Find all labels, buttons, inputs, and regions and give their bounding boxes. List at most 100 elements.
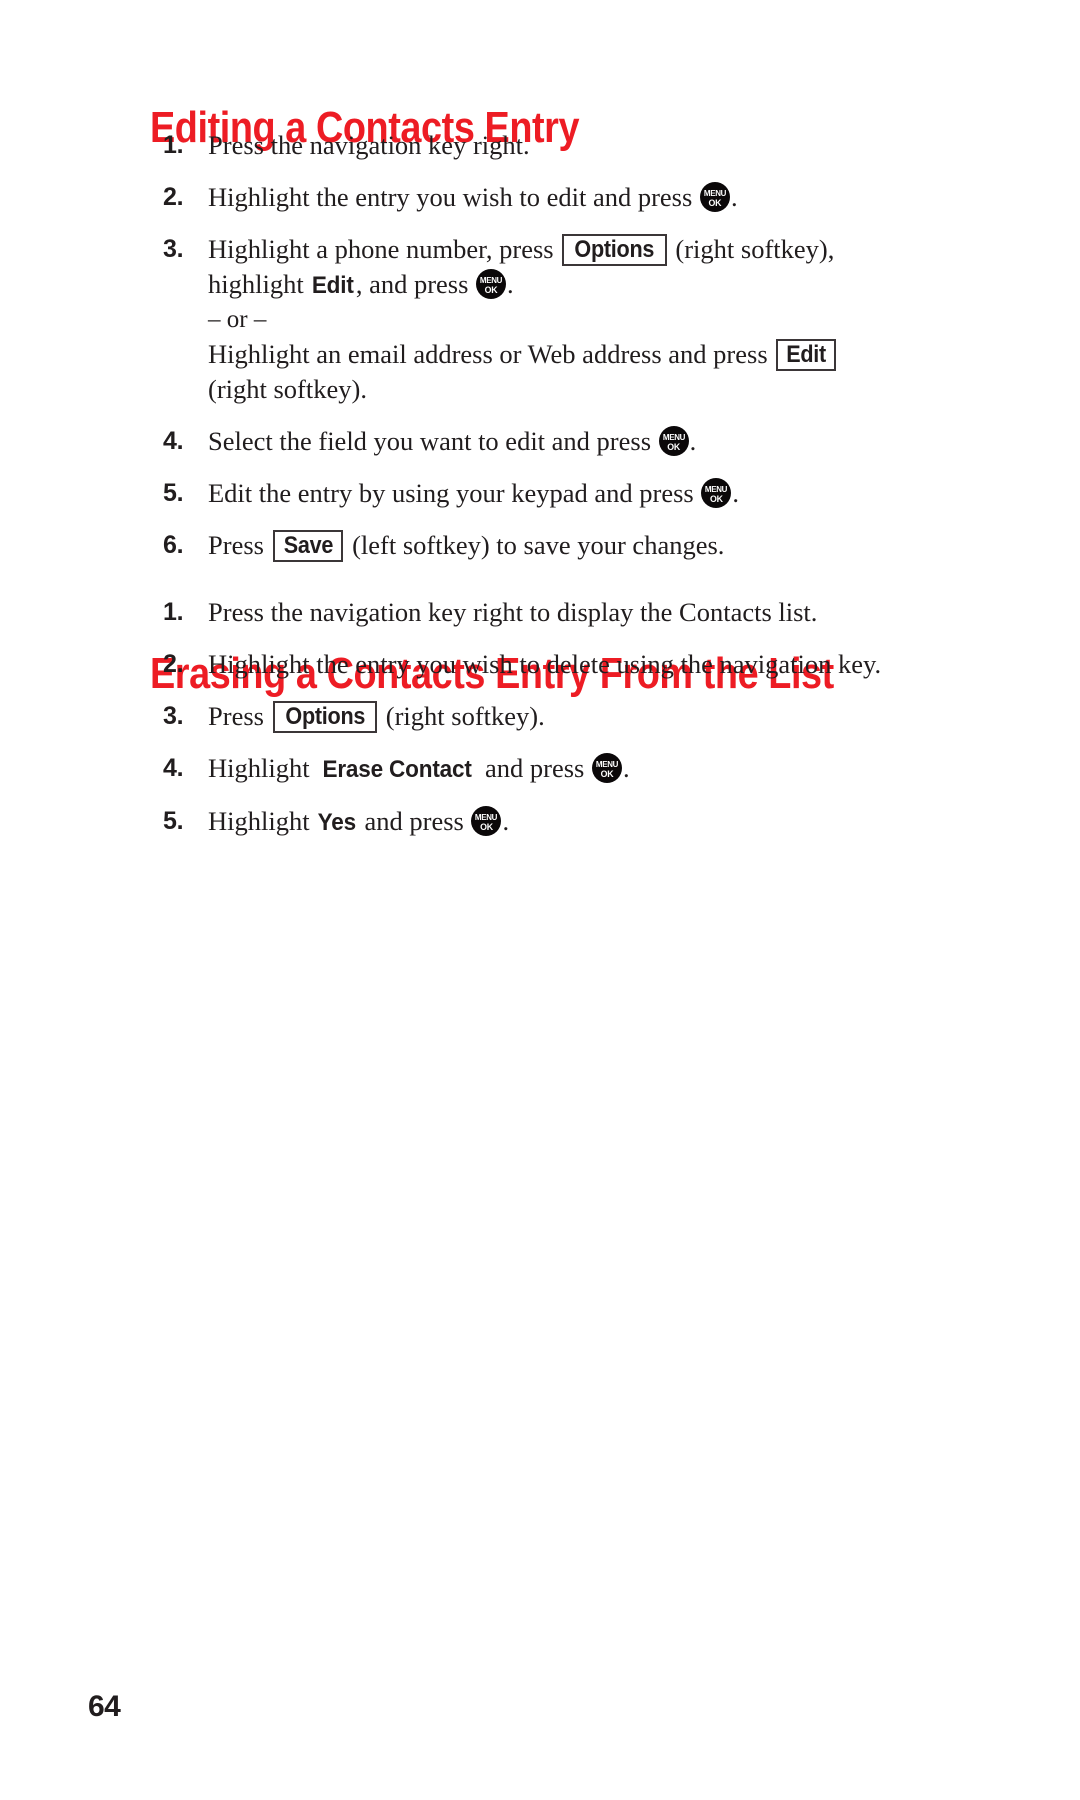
step-body: Highlight the entry you wish to delete u…	[208, 647, 1030, 682]
menu-ok-key-icon-top-label: MENU	[703, 188, 727, 198]
menu-ok-key-icon-top-label: MENU	[595, 759, 619, 769]
step-item: 4. Highlight Erase Contact and press MENU…	[150, 751, 1030, 787]
step-number: 6.	[163, 531, 184, 559]
menu-ok-key-icon-bottom-label: OK	[600, 768, 614, 779]
menu-ok-key-icon-bottom-label: OK	[708, 197, 722, 208]
step-item: 4. Select the field you want to edit and …	[150, 424, 1030, 459]
step-number: 1.	[163, 598, 184, 626]
step-line: highlight Edit, and press MENU OK.	[208, 267, 1030, 303]
softkey-label-text: Save	[283, 532, 333, 559]
step-number: 1.	[163, 131, 184, 159]
softkey-label-options[interactable]: Options	[562, 234, 667, 266]
step-text: – or –	[208, 306, 267, 333]
step-body: Press the navigation key right to displa…	[208, 595, 1030, 630]
step-item: 1. Press the navigation key right.	[150, 128, 1030, 163]
step-item: 3. Press Options (right softkey).	[150, 699, 1030, 734]
step-body: Press Options (right softkey).	[208, 699, 1030, 734]
step-text: Edit the entry by using your keypad and …	[208, 478, 701, 508]
step-text: (right softkey),	[668, 234, 835, 264]
step-text: .	[507, 269, 514, 299]
step-text: (left softkey) to save your changes.	[345, 530, 725, 560]
step-text: .	[689, 426, 697, 456]
step-text: Highlight	[208, 806, 317, 836]
step-number: 3.	[163, 702, 184, 730]
menu-ok-key-icon: MENU OK	[476, 269, 507, 299]
menu-ok-key-icon: MENU OK	[591, 753, 622, 783]
menu-ok-key-icon-top-label: MENU	[662, 432, 686, 442]
menu-ok-key-icon-bottom-label: OK	[480, 821, 493, 832]
softkey-label-text: Options	[574, 236, 655, 263]
step-text: and press	[357, 806, 471, 836]
step-text: Press	[208, 701, 271, 731]
step-number: 2.	[163, 183, 184, 211]
step-number: 4.	[163, 754, 184, 782]
step-line: Highlight Yes and press MENU OK.	[208, 804, 1030, 840]
step-text: and press	[478, 753, 591, 783]
step-text: Press the navigation key right to displa…	[208, 597, 818, 627]
manual-page: Editing a Contacts Entry 1. Press the nav…	[0, 0, 1080, 1800]
menu-ok-key-icon: MENU OK	[699, 182, 730, 212]
step-number: 5.	[163, 479, 184, 507]
step-line: Select the field you want to edit and pr…	[208, 424, 1030, 459]
step-body: Edit the entry by using your keypad and …	[208, 476, 1030, 511]
step-line: Highlight the entry you wish to edit and…	[208, 180, 1030, 215]
softkey-label-edit[interactable]: Edit	[776, 339, 837, 371]
alternative-divider: – or –	[208, 303, 1030, 337]
softkey-label-text: Options	[285, 703, 365, 730]
step-text: Select the field you want to edit and pr…	[208, 426, 658, 456]
step-body: Press Save (left softkey) to save your c…	[208, 528, 1030, 563]
page-number: 64	[88, 1690, 121, 1723]
step-line: Press Save (left softkey) to save your c…	[208, 528, 1030, 563]
step-item: 1. Press the navigation key right to disp…	[150, 595, 1030, 630]
step-text: Highlight an email address or Web addres…	[208, 339, 775, 369]
emphasized-menu-term: Yes	[317, 809, 357, 836]
step-text: Highlight	[208, 753, 317, 783]
softkey-label-text: Edit	[786, 341, 827, 368]
menu-ok-key-icon-bottom-label: OK	[484, 284, 498, 295]
step-number: 4.	[163, 427, 184, 455]
step-body: Highlight Yes and press MENU OK.	[208, 804, 1030, 840]
step-line: Press Options (right softkey).	[208, 699, 1030, 734]
step-number: 5.	[163, 807, 184, 835]
step-body: Highlight the entry you wish to edit and…	[208, 180, 1030, 215]
menu-ok-key-icon-bottom-label: OK	[667, 441, 681, 452]
step-body: Press the navigation key right.	[208, 128, 1030, 163]
menu-ok-key-icon: MENU OK	[658, 426, 689, 456]
step-text: .	[502, 806, 510, 836]
step-item: 5. Edit the entry by using your keypad an…	[150, 476, 1030, 511]
step-line: Highlight the entry you wish to delete u…	[208, 647, 1030, 682]
menu-ok-key-icon-bottom-label: OK	[709, 493, 723, 504]
softkey-label-save[interactable]: Save	[272, 530, 344, 562]
menu-ok-key-icon: MENU OK	[701, 478, 732, 508]
step-number: 2.	[163, 650, 184, 678]
step-item: 3. Highlight a phone number, press Option…	[150, 232, 1030, 407]
softkey-label-options[interactable]: Options	[272, 701, 378, 733]
step-text: .	[732, 478, 739, 508]
step-body: Highlight a phone number, press Options …	[208, 232, 1030, 407]
step-text: .	[622, 753, 630, 783]
menu-ok-key-icon: MENU OK	[471, 806, 502, 836]
step-text: Highlight a phone number, press	[208, 234, 561, 264]
steps-list-erasing-a-contacts-entry-from-the-list: 1. Press the navigation key right to disp…	[150, 595, 1030, 857]
emphasized-menu-term: Edit	[312, 272, 354, 299]
step-body: Highlight Erase Contact and press MENU OK…	[208, 751, 1030, 787]
step-item: 6. Press Save (left softkey) to save your…	[150, 528, 1030, 563]
step-item: 5. Highlight Yes and press MENU OK.	[150, 804, 1030, 840]
step-text: , and press	[355, 269, 476, 299]
step-text: (right softkey).	[379, 701, 545, 731]
step-number: 3.	[163, 235, 184, 263]
steps-list-editing-a-contacts-entry: 1. Press the navigation key right. 2. Highl…	[150, 128, 1030, 580]
step-line: Highlight an email address or Web addres…	[208, 337, 1030, 372]
menu-ok-key-icon-top-label: MENU	[479, 275, 503, 285]
step-item: 2. Highlight the entry you wish to edit a…	[150, 180, 1030, 215]
step-line: (right softkey).	[208, 372, 1030, 407]
step-line: Press the navigation key right.	[208, 128, 1030, 163]
step-line: Highlight Erase Contact and press MENU OK…	[208, 751, 1030, 787]
step-text: Highlight the entry you wish to edit and…	[208, 182, 699, 212]
step-line: Edit the entry by using your keypad and …	[208, 476, 1030, 511]
step-text: (right softkey).	[208, 374, 367, 404]
step-text: Highlight the entry you wish to delete u…	[208, 649, 882, 679]
step-body: Select the field you want to edit and pr…	[208, 424, 1030, 459]
step-line: Highlight a phone number, press Options …	[208, 232, 1030, 267]
step-line: Press the navigation key right to displa…	[208, 595, 1030, 630]
